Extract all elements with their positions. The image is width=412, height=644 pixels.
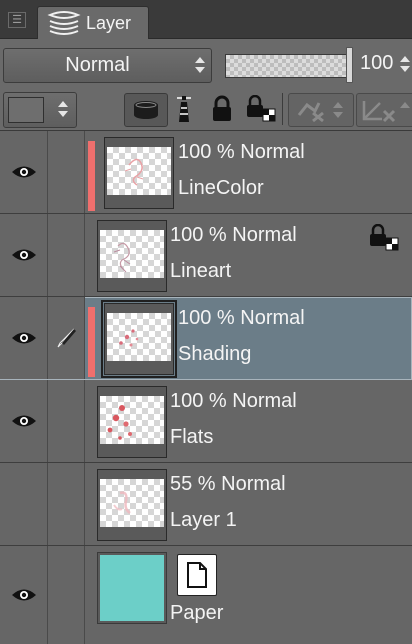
updown-arrows-icon [58, 101, 68, 117]
blend-opacity-toolbar: Normal 100 [0, 39, 412, 89]
layer-opacity-mode: 100 % Normal [178, 307, 305, 329]
layer-opacity-mode: 100 % Normal [170, 390, 297, 412]
layer-thumbnail[interactable] [97, 469, 167, 541]
layer-name: LineColor [178, 177, 264, 199]
lock-transparency-button[interactable] [244, 93, 278, 125]
eye-icon [11, 415, 36, 427]
blend-mode-select[interactable]: Normal [3, 48, 212, 83]
lock-transparency-icon [370, 224, 399, 251]
layer-opacity-mode: 100 % Normal [170, 224, 297, 246]
updown-arrows-icon [195, 57, 205, 73]
layer-row[interactable]: 55 % Normal Layer 1 [0, 463, 412, 546]
layer-thumbnail[interactable] [104, 137, 174, 209]
opacity-stepper-icon[interactable] [398, 53, 412, 75]
layer-name: Flats [170, 426, 214, 448]
lock-transparency-icon [247, 95, 276, 122]
paper-color-fill [100, 555, 164, 621]
draft-layer-button[interactable] [170, 93, 198, 125]
layer-stack-icon [47, 11, 81, 35]
layer-tool-slot[interactable] [48, 463, 85, 545]
layer-color-bar [88, 141, 95, 211]
panel-tab-bar: ☰ Layer [0, 0, 412, 39]
lighthouse-icon [177, 96, 191, 122]
layer-name: Layer 1 [170, 509, 237, 531]
layer-thumbnail[interactable] [97, 220, 167, 292]
paper-layer-icon [177, 554, 217, 596]
tab-layer[interactable]: Layer [37, 6, 149, 39]
layer-row[interactable]: 100 % Normal Lineart [0, 214, 412, 297]
page-icon [187, 562, 207, 588]
blend-mode-value: Normal [65, 54, 130, 76]
layer-thumbnail[interactable] [101, 300, 177, 378]
mask-layer-icon [362, 101, 410, 123]
thumbnail-artwork [107, 405, 132, 440]
thumbnail-artwork [119, 329, 139, 347]
toolbar-divider [282, 93, 283, 125]
reference-layer-button[interactable] [124, 93, 168, 127]
opacity-value[interactable]: 100 [360, 52, 393, 75]
eye-icon [11, 589, 36, 601]
layer-name: Paper [170, 602, 224, 624]
panel-menu-icon[interactable]: ☰ [0, 4, 34, 36]
layer-row-selected[interactable]: 100 % Normal Shading [0, 297, 412, 380]
opacity-slider-track[interactable] [225, 54, 347, 78]
visibility-toggle[interactable] [0, 297, 48, 379]
pen-icon [57, 328, 76, 348]
layer-name: Lineart [170, 260, 232, 282]
thumbnail-artwork [124, 158, 144, 186]
layer-color-bar [88, 307, 95, 377]
eye-icon [11, 166, 36, 178]
clip-layer-button[interactable] [288, 93, 354, 127]
layer-tool-slot[interactable] [48, 131, 85, 213]
layer-name: Shading [178, 343, 252, 365]
layer-tool-slot[interactable] [48, 380, 85, 462]
visibility-toggle[interactable] [0, 380, 48, 462]
layer-opacity-mode: 100 % Normal [178, 141, 305, 163]
clip-layer-icon [297, 102, 343, 123]
layer-row[interactable]: 100 % Normal LineColor [0, 131, 412, 214]
reference-layer-icon [134, 101, 158, 119]
layer-thumbnail[interactable] [97, 386, 167, 458]
layer-thumbnail[interactable] [97, 552, 167, 624]
layer-tool-slot[interactable] [48, 297, 85, 379]
layer-row-paper[interactable]: Paper [0, 546, 412, 644]
layer-row[interactable]: 100 % Normal Flats [0, 380, 412, 463]
layer-opacity-mode: 55 % Normal [170, 473, 286, 495]
visibility-toggle[interactable] [0, 546, 48, 644]
layer-tool-slot[interactable] [48, 546, 85, 644]
layer-color-select[interactable] [3, 92, 77, 128]
thumbnail-artwork [113, 491, 131, 515]
layer-tool-slot[interactable] [48, 214, 85, 296]
layer-list: 100 % Normal LineColor 100 % Normal Line… [0, 131, 412, 644]
visibility-toggle[interactable] [0, 131, 48, 213]
opacity-slider-handle[interactable] [346, 47, 353, 83]
layer-property-toolbar [0, 89, 412, 131]
lock-icon [213, 95, 231, 121]
mask-layer-button[interactable] [356, 93, 412, 127]
tab-layer-label: Layer [86, 12, 132, 33]
eye-icon [11, 249, 36, 261]
lock-layer-button[interactable] [206, 93, 238, 125]
visibility-toggle[interactable] [0, 214, 48, 296]
visibility-toggle[interactable] [0, 463, 48, 545]
eye-icon [11, 332, 36, 344]
layer-color-swatch [8, 97, 44, 123]
thumbnail-artwork [113, 242, 131, 273]
